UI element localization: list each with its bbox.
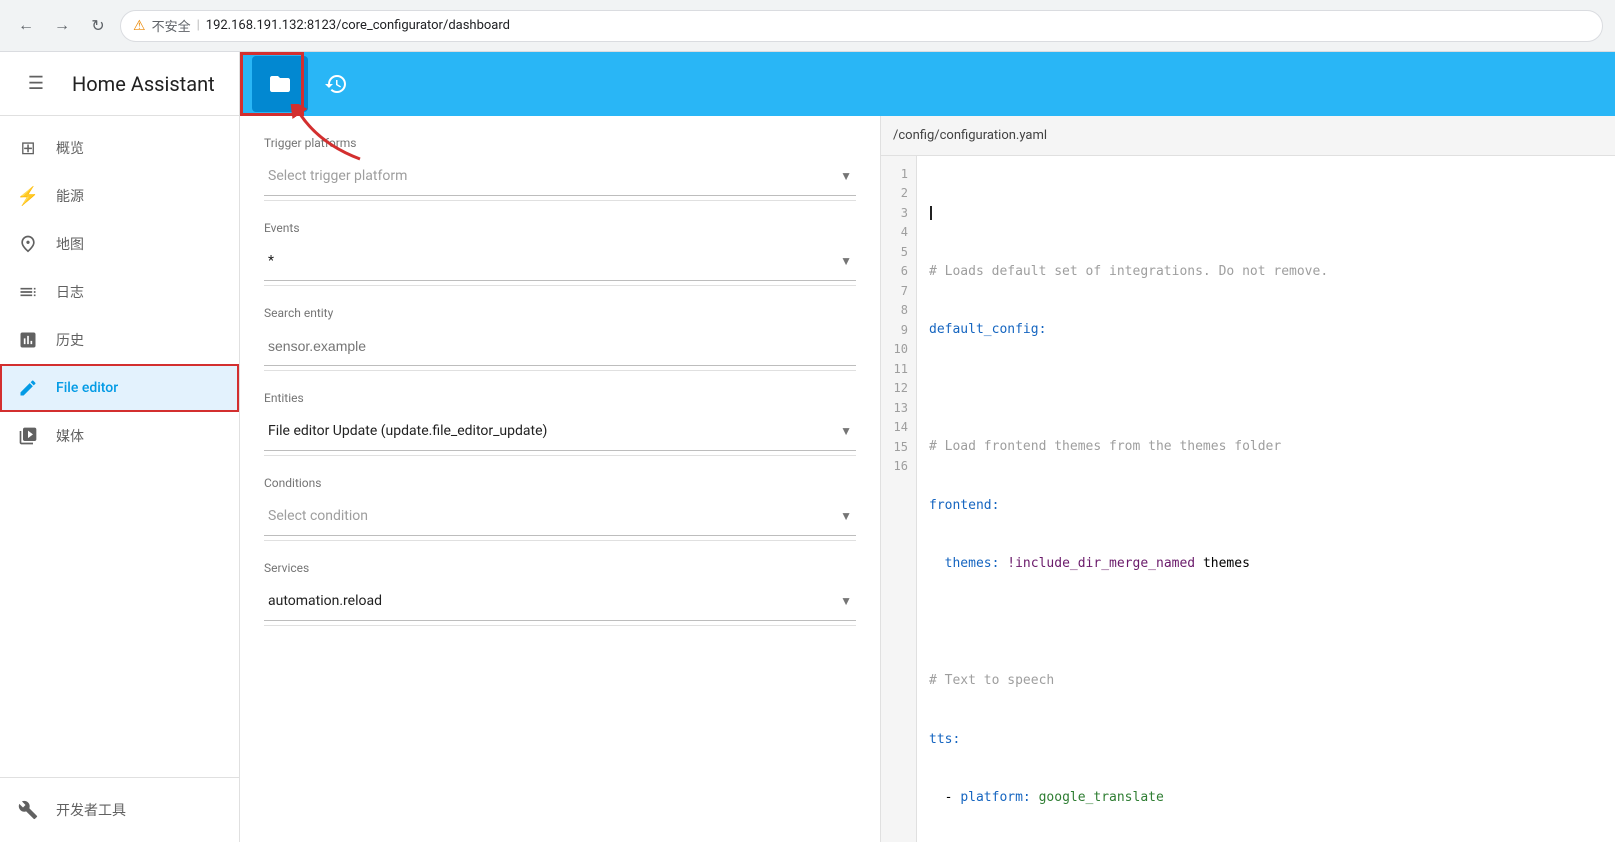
code-line-9: # Text to speech bbox=[929, 671, 1603, 691]
code-line-8 bbox=[929, 613, 1603, 633]
search-entity-group: Search entity bbox=[264, 306, 856, 371]
trigger-platform-value: Select trigger platform bbox=[268, 168, 407, 184]
entities-group: Entities File editor Update (update.file… bbox=[264, 391, 856, 456]
hamburger-button[interactable]: ☰ bbox=[16, 64, 56, 104]
app-layout: ☰ Home Assistant ⊞ 概览 ⚡ 能源 地图 bbox=[0, 52, 1615, 842]
sidebar-item-label: 开发者工具 bbox=[56, 800, 126, 820]
overview-icon: ⊞ bbox=[16, 138, 40, 159]
code-content[interactable]: # Loads default set of integrations. Do … bbox=[917, 156, 1615, 842]
sidebar-item-overview[interactable]: ⊞ 概览 bbox=[0, 124, 239, 172]
code-line-5: # Load frontend themes from the themes f… bbox=[929, 437, 1603, 457]
trigger-platforms-label: Trigger platforms bbox=[264, 136, 856, 150]
refresh-button[interactable]: ↻ bbox=[84, 12, 112, 40]
services-value: automation.reload bbox=[268, 593, 382, 609]
logs-icon bbox=[16, 282, 40, 302]
sidebar-item-label: 地图 bbox=[56, 234, 84, 254]
sidebar-item-label: 能源 bbox=[56, 186, 84, 206]
divider bbox=[264, 370, 856, 371]
trigger-platform-dropdown[interactable]: Select trigger platform ▼ bbox=[264, 156, 856, 196]
toolbar bbox=[240, 52, 1615, 116]
code-line-11: - platform: google_translate bbox=[929, 788, 1603, 808]
editor-body[interactable]: 1 2 3 4 5 6 7 8 9 10 11 12 13 14 bbox=[881, 156, 1615, 842]
app-title: Home Assistant bbox=[72, 72, 215, 96]
trigger-platforms-group: Trigger platforms Select trigger platfor… bbox=[264, 136, 856, 201]
entities-value: File editor Update (update.file_editor_u… bbox=[268, 423, 547, 439]
conditions-value: Select condition bbox=[268, 508, 368, 524]
content-split: Trigger platforms Select trigger platfor… bbox=[240, 116, 1615, 842]
sidebar-item-logs[interactable]: 日志 bbox=[0, 268, 239, 316]
sidebar-item-history[interactable]: 历史 bbox=[0, 316, 239, 364]
map-icon bbox=[16, 234, 40, 254]
events-arrow-icon: ▼ bbox=[840, 254, 852, 268]
sidebar-item-label: File editor bbox=[56, 380, 118, 396]
security-text: 不安全 bbox=[152, 16, 191, 35]
file-path: /config/configuration.yaml bbox=[893, 128, 1047, 143]
code-line-1 bbox=[929, 203, 1603, 223]
sidebar-item-energy[interactable]: ⚡ 能源 bbox=[0, 172, 239, 220]
events-dropdown[interactable]: * ▼ bbox=[264, 241, 856, 281]
events-value: * bbox=[268, 253, 274, 269]
security-warning-icon: ⚠ bbox=[133, 18, 146, 34]
search-entity-input[interactable] bbox=[264, 326, 856, 366]
sidebar-item-label: 历史 bbox=[56, 330, 84, 350]
line-numbers: 1 2 3 4 5 6 7 8 9 10 11 12 13 14 bbox=[881, 156, 917, 842]
dev-tools-icon bbox=[16, 800, 40, 820]
services-label: Services bbox=[264, 561, 856, 575]
conditions-group: Conditions Select condition ▼ bbox=[264, 476, 856, 541]
sidebar-item-label: 媒体 bbox=[56, 426, 84, 446]
url-text: 192.168.191.132:8123/core_configurator/d… bbox=[206, 18, 510, 33]
code-line-10: tts: bbox=[929, 730, 1603, 750]
file-editor-icon bbox=[16, 378, 40, 398]
divider bbox=[264, 540, 856, 541]
browser-bar: ← → ↻ ⚠ 不安全 | 192.168.191.132:8123/core_… bbox=[0, 0, 1615, 52]
sidebar-item-label: 概览 bbox=[56, 138, 84, 158]
services-dropdown[interactable]: automation.reload ▼ bbox=[264, 581, 856, 621]
sidebar-item-label: 日志 bbox=[56, 282, 84, 302]
main-content: Trigger platforms Select trigger platfor… bbox=[240, 52, 1615, 842]
sidebar-header: ☰ Home Assistant bbox=[0, 52, 239, 116]
media-icon bbox=[16, 426, 40, 446]
sidebar-nav: ⊞ 概览 ⚡ 能源 地图 日志 bbox=[0, 116, 239, 777]
services-arrow-icon: ▼ bbox=[840, 594, 852, 608]
conditions-dropdown[interactable]: Select condition ▼ bbox=[264, 496, 856, 536]
events-group: Events * ▼ bbox=[264, 221, 856, 286]
entities-arrow-icon: ▼ bbox=[840, 424, 852, 438]
editor-header: /config/configuration.yaml bbox=[881, 116, 1615, 156]
code-line-7: themes: !include_dir_merge_named themes bbox=[929, 554, 1603, 574]
divider bbox=[264, 625, 856, 626]
code-line-3: default_config: bbox=[929, 320, 1603, 340]
left-panel: Trigger platforms Select trigger platfor… bbox=[240, 116, 880, 842]
services-group: Services automation.reload ▼ bbox=[264, 561, 856, 626]
code-line-6: frontend: bbox=[929, 496, 1603, 516]
entities-dropdown[interactable]: File editor Update (update.file_editor_u… bbox=[264, 411, 856, 451]
right-panel: /config/configuration.yaml 1 2 3 4 5 6 7… bbox=[880, 116, 1615, 842]
energy-icon: ⚡ bbox=[16, 186, 40, 207]
folder-button[interactable] bbox=[252, 56, 308, 112]
conditions-arrow-icon: ▼ bbox=[840, 509, 852, 523]
sidebar-item-dev-tools[interactable]: 开发者工具 bbox=[0, 786, 239, 834]
sidebar: ☰ Home Assistant ⊞ 概览 ⚡ 能源 地图 bbox=[0, 52, 240, 842]
address-bar[interactable]: ⚠ 不安全 | 192.168.191.132:8123/core_config… bbox=[120, 10, 1603, 42]
history-icon bbox=[16, 330, 40, 350]
sidebar-item-media[interactable]: 媒体 bbox=[0, 412, 239, 460]
sidebar-footer: 开发者工具 bbox=[0, 777, 239, 842]
sidebar-item-map[interactable]: 地图 bbox=[0, 220, 239, 268]
entities-label: Entities bbox=[264, 391, 856, 405]
divider bbox=[264, 285, 856, 286]
search-entity-label: Search entity bbox=[264, 306, 856, 320]
conditions-label: Conditions bbox=[264, 476, 856, 490]
code-line-2: # Loads default set of integrations. Do … bbox=[929, 262, 1603, 282]
sidebar-item-file-editor[interactable]: File editor bbox=[0, 364, 239, 412]
divider bbox=[264, 200, 856, 201]
forward-button[interactable]: → bbox=[48, 12, 76, 40]
history-button[interactable] bbox=[312, 60, 360, 108]
back-button[interactable]: ← bbox=[12, 12, 40, 40]
trigger-platform-arrow-icon: ▼ bbox=[840, 169, 852, 183]
divider bbox=[264, 455, 856, 456]
events-label: Events bbox=[264, 221, 856, 235]
code-line-4 bbox=[929, 379, 1603, 399]
